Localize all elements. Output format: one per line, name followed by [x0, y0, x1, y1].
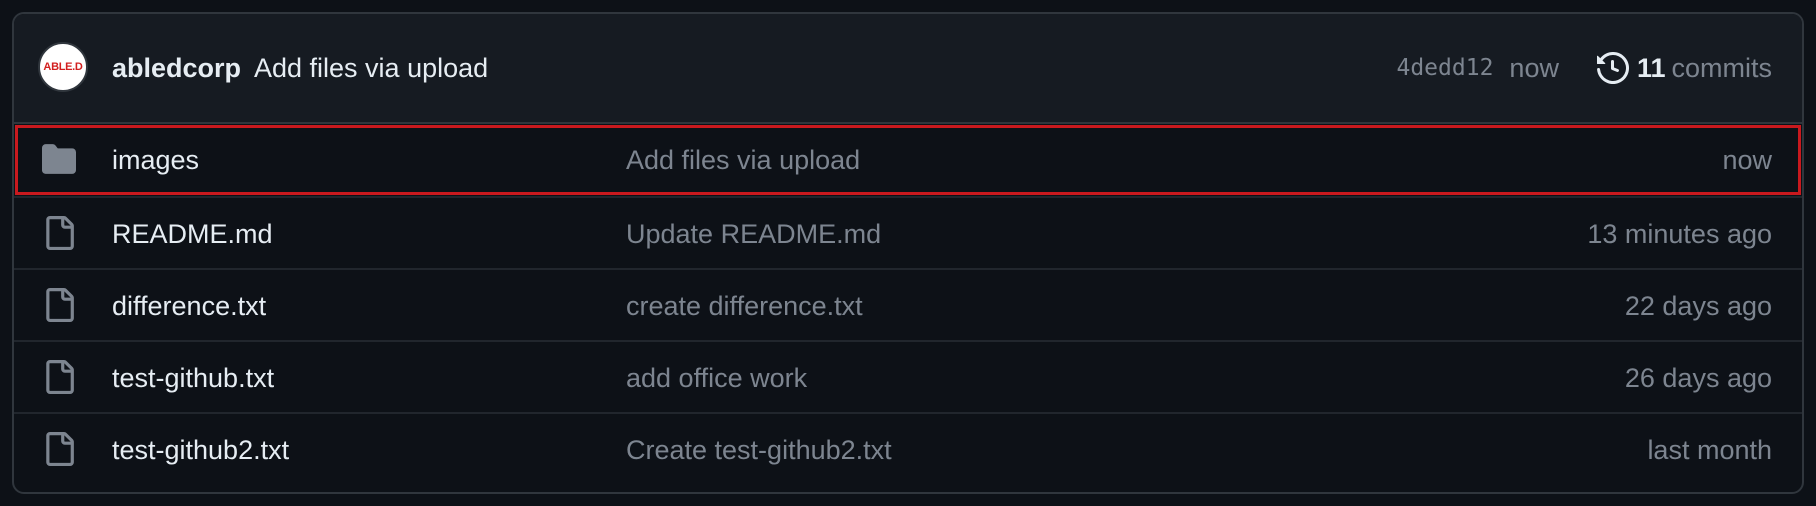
latest-commit-bar: ABLE.D abledcorp Add files via upload 4d…: [14, 14, 1802, 124]
commit-meta: 4dedd12 now 11 commits: [1396, 52, 1772, 84]
file-row-test-github2[interactable]: test-github2.txt Create test-github2.txt…: [14, 412, 1802, 484]
file-icon: [46, 360, 74, 394]
file-commit-time: now: [1722, 145, 1772, 175]
file-icon: [46, 288, 74, 322]
file-row-difference[interactable]: difference.txt create difference.txt 22 …: [14, 268, 1802, 340]
file-commit-message-link[interactable]: Update README.md: [626, 218, 881, 250]
file-name-link[interactable]: difference.txt: [112, 290, 266, 322]
commit-author-link[interactable]: abledcorp: [112, 52, 241, 84]
file-commit-time: 26 days ago: [1624, 363, 1772, 393]
folder-icon: [42, 144, 76, 174]
file-icon: [46, 432, 74, 466]
commit-count[interactable]: 11: [1637, 53, 1666, 84]
file-icon: [46, 216, 74, 250]
commit-count-label[interactable]: commits: [1672, 53, 1773, 84]
file-name-link[interactable]: test-github2.txt: [112, 434, 289, 466]
file-commit-message-link[interactable]: Add files via upload: [626, 144, 860, 176]
avatar-logo-text: ABLE.D: [43, 61, 83, 73]
file-name-link[interactable]: README.md: [112, 218, 273, 250]
file-row-readme[interactable]: README.md Update README.md 13 minutes ag…: [14, 196, 1802, 268]
commit-sha-link[interactable]: 4dedd12: [1396, 55, 1493, 81]
history-icon[interactable]: [1596, 51, 1631, 85]
file-commit-time: last month: [1647, 435, 1772, 465]
file-commit-time: 13 minutes ago: [1587, 219, 1772, 249]
commit-message-link[interactable]: Add files via upload: [254, 52, 488, 84]
file-name-link[interactable]: test-github.txt: [112, 362, 274, 394]
file-row-images[interactable]: images Add files via upload now: [14, 124, 1802, 196]
file-commit-time: 22 days ago: [1624, 291, 1772, 321]
file-row-test-github[interactable]: test-github.txt add office work 26 days …: [14, 340, 1802, 412]
avatar[interactable]: ABLE.D: [38, 42, 88, 92]
file-commit-message-link[interactable]: Create test-github2.txt: [626, 434, 892, 466]
file-browser: ABLE.D abledcorp Add files via upload 4d…: [12, 12, 1804, 494]
file-name-link[interactable]: images: [112, 144, 199, 176]
file-commit-message-link[interactable]: create difference.txt: [626, 290, 863, 322]
commit-time: now: [1509, 52, 1559, 83]
file-commit-message-link[interactable]: add office work: [626, 362, 807, 394]
